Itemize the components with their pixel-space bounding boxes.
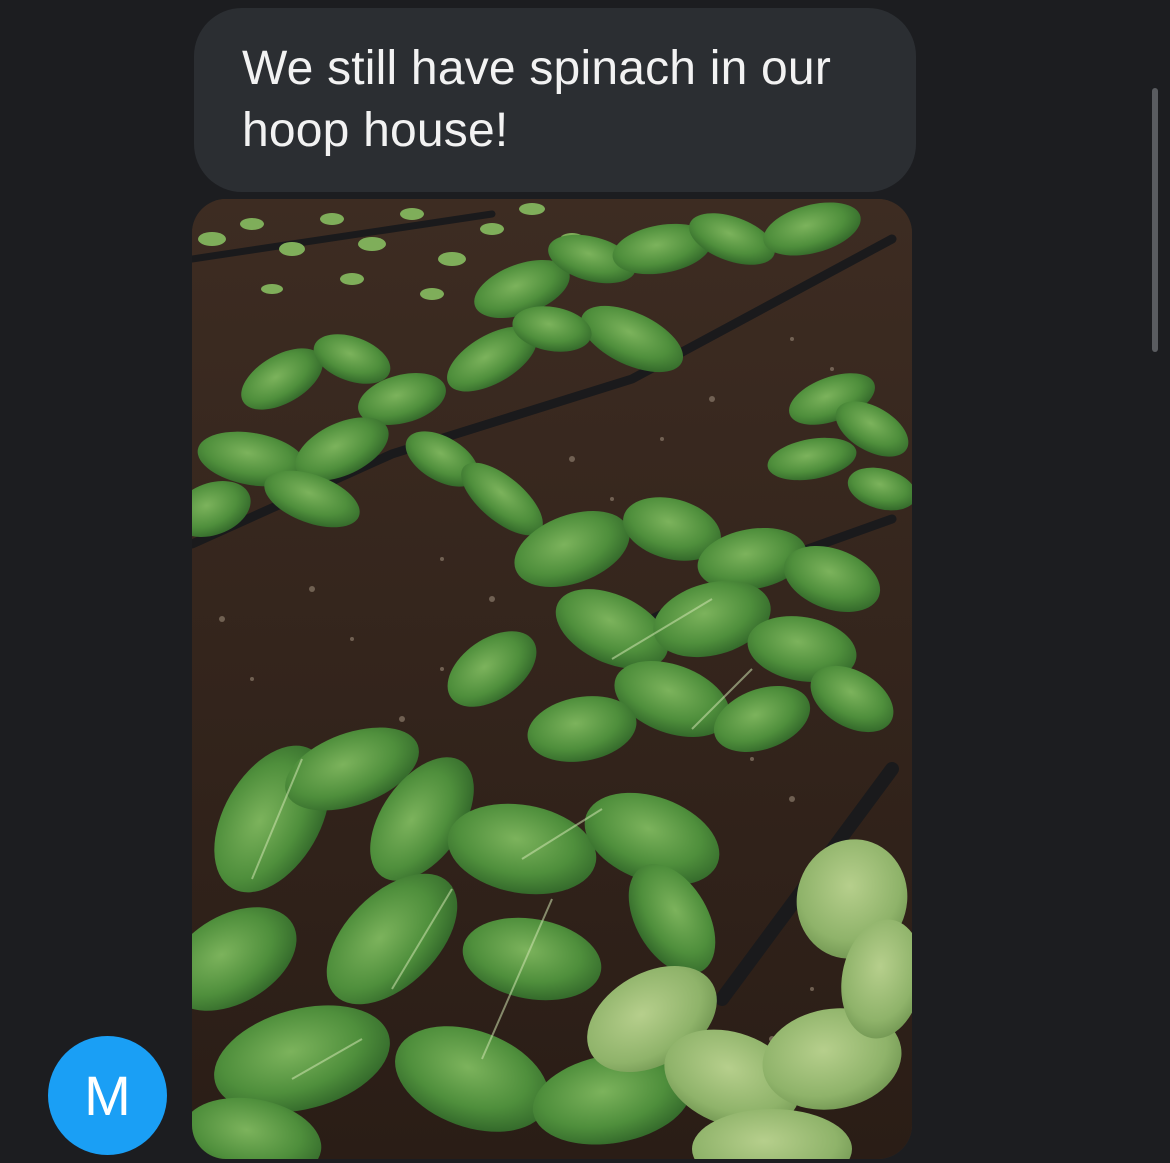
avatar-initial: M: [84, 1064, 131, 1127]
sender-avatar[interactable]: M: [48, 1036, 167, 1155]
message-photo[interactable]: [192, 199, 912, 1159]
message-bubble[interactable]: We still have spinach in our hoop house!: [194, 8, 916, 192]
message-text: We still have spinach in our hoop house!: [242, 42, 832, 157]
scrollbar[interactable]: [1152, 88, 1158, 352]
photo-image: [192, 199, 912, 1159]
conversation-view: We still have spinach in our hoop house!: [0, 0, 1170, 1163]
